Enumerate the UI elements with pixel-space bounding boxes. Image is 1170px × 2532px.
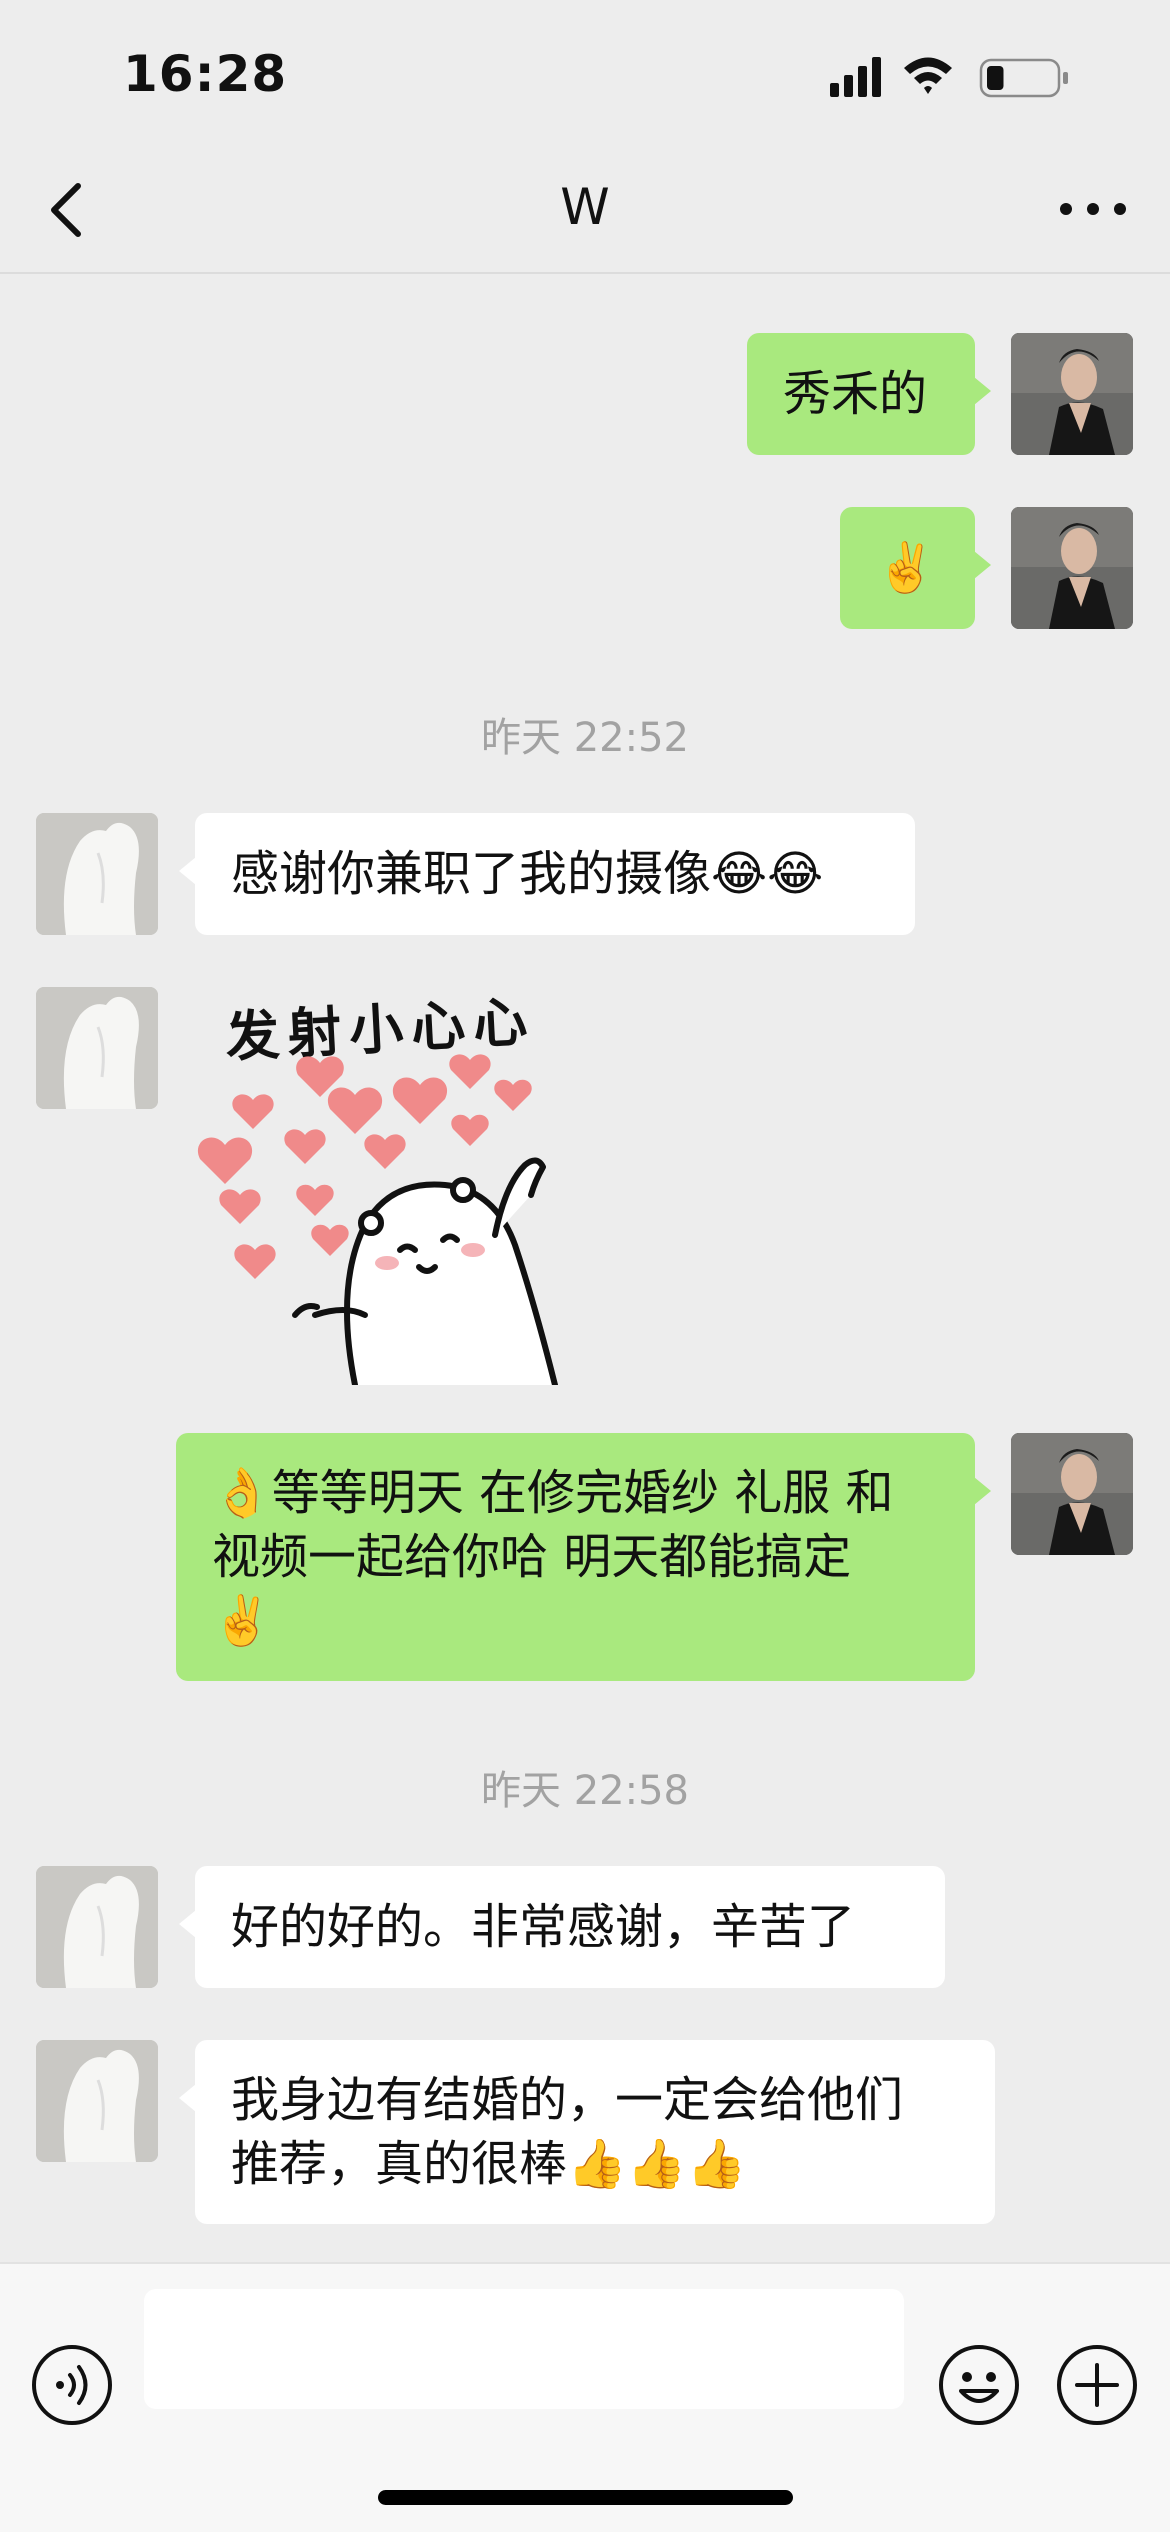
message-text: ✌️: [876, 540, 936, 596]
message-bubble-incoming[interactable]: 我身边有结婚的，一定会给他们 推荐，真的很棒👍👍👍: [179, 2040, 995, 2224]
contact-avatar[interactable]: [36, 987, 158, 1109]
message-bubble-outgoing[interactable]: ✌️: [840, 507, 991, 629]
bear-figure: [292, 1157, 558, 1385]
white-cat-paw-image: [36, 987, 158, 1109]
emoji-icon[interactable]: [937, 2343, 1021, 2427]
timestamp: 昨天 22:58: [481, 1768, 689, 1814]
man-portrait-image: [1011, 507, 1133, 629]
heart-shooting-bear-sticker[interactable]: 发射小心心: [195, 985, 615, 1385]
message-text: 👌等等明天 在修完婚纱 礼服 和 视频一起给你哈 明天都能搞定 ✌️: [212, 1465, 894, 1649]
wifi-icon: [904, 57, 952, 94]
message-text: 秀禾的: [783, 366, 928, 422]
timestamp: 昨天 22:52: [481, 715, 689, 761]
white-cat-paw-image: [36, 1866, 158, 1988]
contact-avatar[interactable]: [36, 1866, 158, 1988]
status-icons: [830, 57, 1068, 98]
man-portrait-image: [1011, 1433, 1133, 1555]
status-time: 16:28: [123, 45, 288, 103]
message-input[interactable]: [144, 2289, 904, 2409]
message-bubble-outgoing[interactable]: 👌等等明天 在修完婚纱 礼服 和 视频一起给你哈 明天都能搞定 ✌️: [176, 1433, 991, 1681]
my-avatar[interactable]: [1011, 1433, 1133, 1555]
plus-icon[interactable]: [1055, 2343, 1139, 2427]
message-text: 感谢你兼职了我的摄像😂😂: [231, 846, 824, 902]
white-cat-paw-image: [36, 2040, 158, 2162]
voice-icon[interactable]: [30, 2343, 114, 2427]
my-avatar[interactable]: [1011, 333, 1133, 455]
message-text: 好的好的。非常感谢，辛苦了: [231, 1899, 856, 1955]
contact-avatar[interactable]: [36, 2040, 158, 2162]
cellular-signal-icon: [830, 57, 881, 97]
message-bubble-incoming[interactable]: 感谢你兼职了我的摄像😂😂: [179, 813, 915, 935]
status-bar: 16:28: [0, 0, 1170, 150]
man-portrait-image: [1011, 333, 1133, 455]
my-avatar[interactable]: [1011, 507, 1133, 629]
contact-avatar[interactable]: [36, 813, 158, 935]
sticker-drawing: [197, 1054, 558, 1385]
home-indicator[interactable]: [378, 2490, 793, 2505]
more-dots-icon[interactable]: [1056, 184, 1130, 234]
chat-screen: 16:28 W 秀禾的 ✌️ 昨天 22:52 感谢你兼职了我的摄像😂😂 发射小…: [0, 0, 1170, 2532]
message-bubble-incoming[interactable]: 好的好的。非常感谢，辛苦了: [179, 1866, 945, 1988]
chat-title: W: [560, 178, 610, 236]
chat-header: W: [0, 150, 1170, 274]
message-bubble-outgoing[interactable]: 秀禾的: [747, 333, 991, 455]
message-text: 我身边有结婚的，一定会给他们 推荐，真的很棒👍👍👍: [231, 2072, 904, 2192]
white-cat-paw-image: [36, 813, 158, 935]
battery-icon: [979, 58, 1068, 98]
